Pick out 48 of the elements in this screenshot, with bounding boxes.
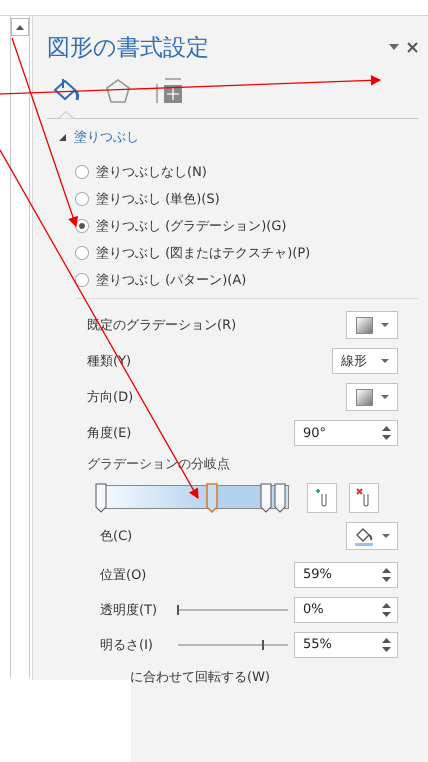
fill-option[interactable]: 塗りつぶし (単色)(S) [75,186,398,211]
setting-label: 方向(D) [87,389,134,406]
gradient-preset-dropdown[interactable] [346,383,398,411]
pane-tab[interactable] [103,76,133,106]
setting-label: 位置(O) [100,566,146,584]
gradient-preset-dropdown[interactable] [346,311,398,339]
setting-label: 既定のグラデーション(R) [87,317,236,334]
spin-arrows-icon[interactable] [382,425,391,441]
spin-arrows-icon[interactable] [382,566,391,582]
spin-arrows-icon[interactable] [382,602,391,618]
fill-option[interactable]: 塗りつぶしなし(N) [75,159,398,184]
radio-button[interactable] [75,192,89,206]
pane-title: 図形の書式設定 [47,34,209,62]
setting-label: 透明度(T) [100,602,158,618]
size-position-icon [156,78,184,104]
radio-button[interactable] [75,272,89,286]
scrollbar[interactable] [10,16,30,678]
gradient-stop[interactable] [260,483,272,513]
pentagon-icon [105,78,131,104]
fill-option[interactable]: 塗りつぶし (パターン)(A) [75,267,398,292]
rotate-option-label: に合わせて回転する(W) [130,669,270,686]
add-stop-button[interactable] [307,483,337,513]
remove-stop-button[interactable] [349,483,379,513]
paint-bucket-icon [354,526,374,546]
section-header[interactable]: 塗りつぶし [59,125,398,149]
setting-label: 色(C) [100,528,132,545]
spin-arrows-icon[interactable] [382,636,391,652]
fill-option[interactable]: 塗りつぶし (グラデーション)(G) [75,213,398,238]
gradient-stop[interactable] [274,483,286,513]
pane-tab[interactable] [155,76,185,106]
fill-option[interactable]: 塗りつぶし (図またはテクスチャ)(P) [75,240,398,265]
gradient-stop[interactable] [95,483,107,513]
close-icon[interactable] [407,42,418,52]
color-dropdown[interactable] [346,522,398,550]
dropdown-caret-icon[interactable] [389,44,399,50]
radio-button[interactable] [75,246,89,260]
collapse-triangle-icon [59,134,66,140]
setting-label: 角度(E) [87,425,132,442]
type-dropdown[interactable]: 線形 [332,348,398,374]
radio-button[interactable] [75,218,89,232]
spin-field[interactable]: 55% [294,632,398,658]
spin-field[interactable]: 0% [294,596,398,622]
spin-field[interactable]: 90° [294,420,398,446]
setting-label: 明るさ(I) [100,636,153,654]
up-arrow-icon [16,24,24,30]
spin-field[interactable]: 59% [294,562,398,588]
radio-button[interactable] [75,164,89,178]
scroll-up-button[interactable] [11,18,29,36]
